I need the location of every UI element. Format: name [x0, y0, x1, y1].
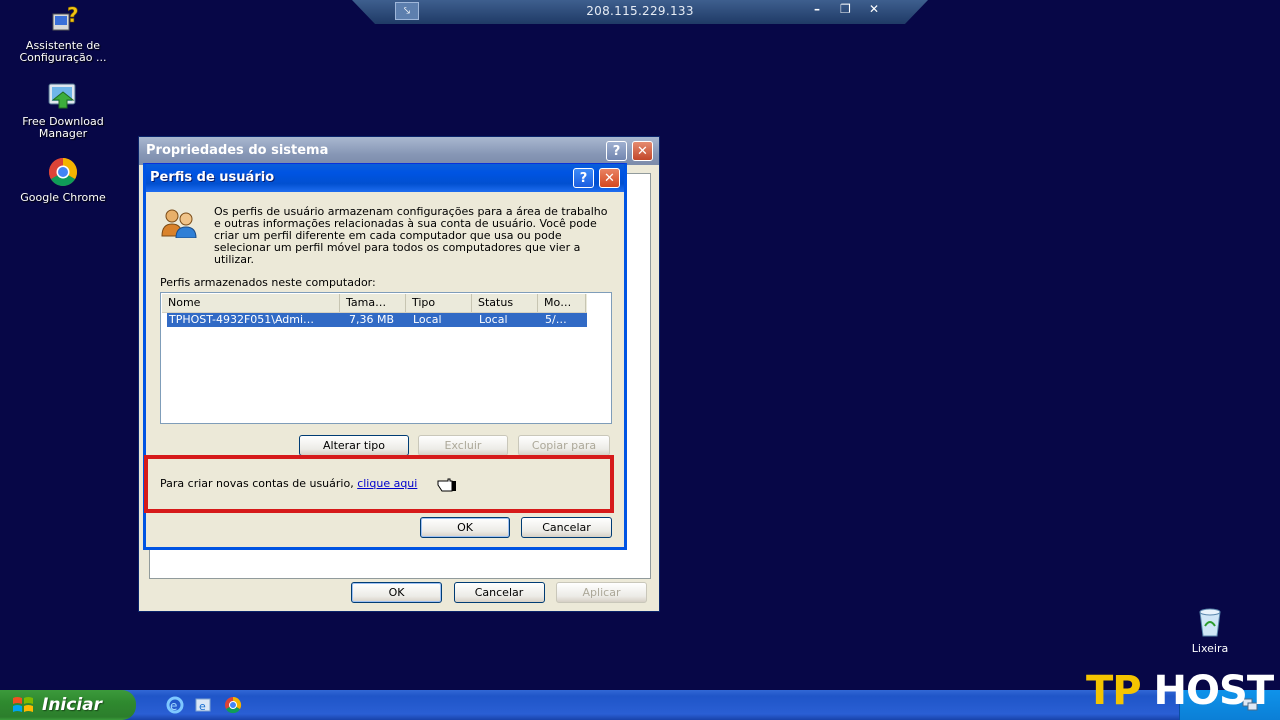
- desktop-icon-label: Assistente de Configuração ...: [19, 39, 107, 64]
- desktop-icon-setup-wizard[interactable]: ? Assistente de Configuração ...: [8, 3, 118, 64]
- minimize-button[interactable]: –: [814, 2, 820, 16]
- start-button[interactable]: Iniciar: [0, 690, 136, 720]
- setup-wizard-icon: ?: [47, 3, 79, 36]
- close-connection-button[interactable]: ✕: [869, 2, 879, 16]
- desktop-icon-google-chrome[interactable]: Google Chrome: [8, 156, 118, 204]
- column-header-modified[interactable]: Mo…: [538, 294, 586, 312]
- svg-text:?: ?: [67, 4, 79, 27]
- desktop-icon-recycle-bin[interactable]: Lixeira: [1174, 606, 1246, 655]
- system-properties-titlebar: Propriedades do sistema ? ✕: [139, 137, 659, 165]
- tphost-logo: TP HOST: [1086, 668, 1275, 714]
- create-account-label: Para criar novas contas de usuário,: [160, 477, 354, 490]
- help-button[interactable]: ?: [573, 168, 594, 188]
- help-button[interactable]: ?: [606, 141, 627, 161]
- windows-logo-icon: [12, 696, 34, 714]
- user-profiles-dialog: Perfis de usuário ? ✕ Os perfis de usuár…: [143, 163, 627, 550]
- svg-text:e: e: [199, 700, 206, 713]
- profile-name: TPHOST-4932F051\Admi…: [169, 313, 315, 326]
- profile-status: Local: [479, 313, 508, 326]
- user-profiles-titlebar: Perfis de usuário ? ✕: [146, 164, 624, 192]
- internet-explorer-icon[interactable]: e: [166, 696, 184, 714]
- hand-cursor-icon: [436, 475, 456, 493]
- ok-button[interactable]: OK: [420, 517, 510, 538]
- recycle-bin-icon: [1192, 606, 1228, 638]
- stored-profiles-label: Perfis armazenados neste computador:: [160, 276, 376, 289]
- profile-size: 7,36 MB: [349, 313, 395, 326]
- internet-explorer-2-icon[interactable]: e: [194, 696, 212, 714]
- system-properties-title: Propriedades do sistema: [146, 143, 329, 158]
- close-button[interactable]: ✕: [599, 168, 620, 188]
- column-header-name[interactable]: Nome: [162, 294, 340, 312]
- profiles-list[interactable]: Nome Tama… Tipo Status Mo… TPHOST-4932F0…: [160, 292, 612, 424]
- delete-button[interactable]: Excluir: [418, 435, 508, 456]
- start-label: Iniciar: [42, 695, 103, 715]
- cancel-button[interactable]: Cancelar: [521, 517, 612, 538]
- create-account-highlight: Para criar novas contas de usuário, cliq…: [144, 455, 614, 513]
- profiles-description: Os perfis de usuário armazenam configura…: [214, 205, 608, 266]
- ok-button[interactable]: OK: [351, 582, 442, 603]
- user-profiles-title: Perfis de usuário: [150, 170, 275, 185]
- column-header-type[interactable]: Tipo: [406, 294, 472, 312]
- profiles-list-header: Nome Tama… Tipo Status Mo…: [162, 294, 587, 313]
- apply-button[interactable]: Aplicar: [556, 582, 647, 603]
- system-properties-button-row: OK Cancelar Aplicar: [351, 582, 647, 603]
- restore-button[interactable]: ❐: [840, 2, 851, 16]
- brand-host: HOST: [1153, 668, 1275, 714]
- brand-tp: TP: [1086, 668, 1142, 714]
- desktop-icon-label: Free Download Manager: [22, 115, 104, 140]
- chrome-icon: [47, 156, 79, 188]
- chrome-quicklaunch-icon[interactable]: [224, 696, 242, 714]
- recycle-bin-label: Lixeira: [1191, 642, 1229, 655]
- profile-row[interactable]: TPHOST-4932F051\Admi… 7,36 MB Local Loca…: [167, 313, 587, 327]
- cancel-button[interactable]: Cancelar: [453, 582, 545, 603]
- click-here-link[interactable]: clique aqui: [357, 477, 417, 490]
- remote-connection-bar: ⤥ 208.115.229.133 – ❐ ✕: [352, 0, 928, 24]
- profile-modified: 5/…: [545, 313, 567, 326]
- users-icon: [160, 208, 200, 239]
- change-type-button[interactable]: Alterar tipo: [299, 435, 409, 456]
- column-header-status[interactable]: Status: [472, 294, 538, 312]
- close-button[interactable]: ✕: [632, 141, 653, 161]
- desktop-icon-label: Google Chrome: [20, 191, 106, 204]
- column-header-size[interactable]: Tama…: [340, 294, 406, 312]
- svg-text:e: e: [170, 699, 177, 713]
- desktop-icon-free-download-manager[interactable]: Free Download Manager: [8, 80, 118, 140]
- profile-type: Local: [413, 313, 442, 326]
- copy-to-button[interactable]: Copiar para: [518, 435, 610, 456]
- create-account-text: Para criar novas contas de usuário, cliq…: [160, 477, 417, 490]
- download-manager-icon: [47, 80, 79, 112]
